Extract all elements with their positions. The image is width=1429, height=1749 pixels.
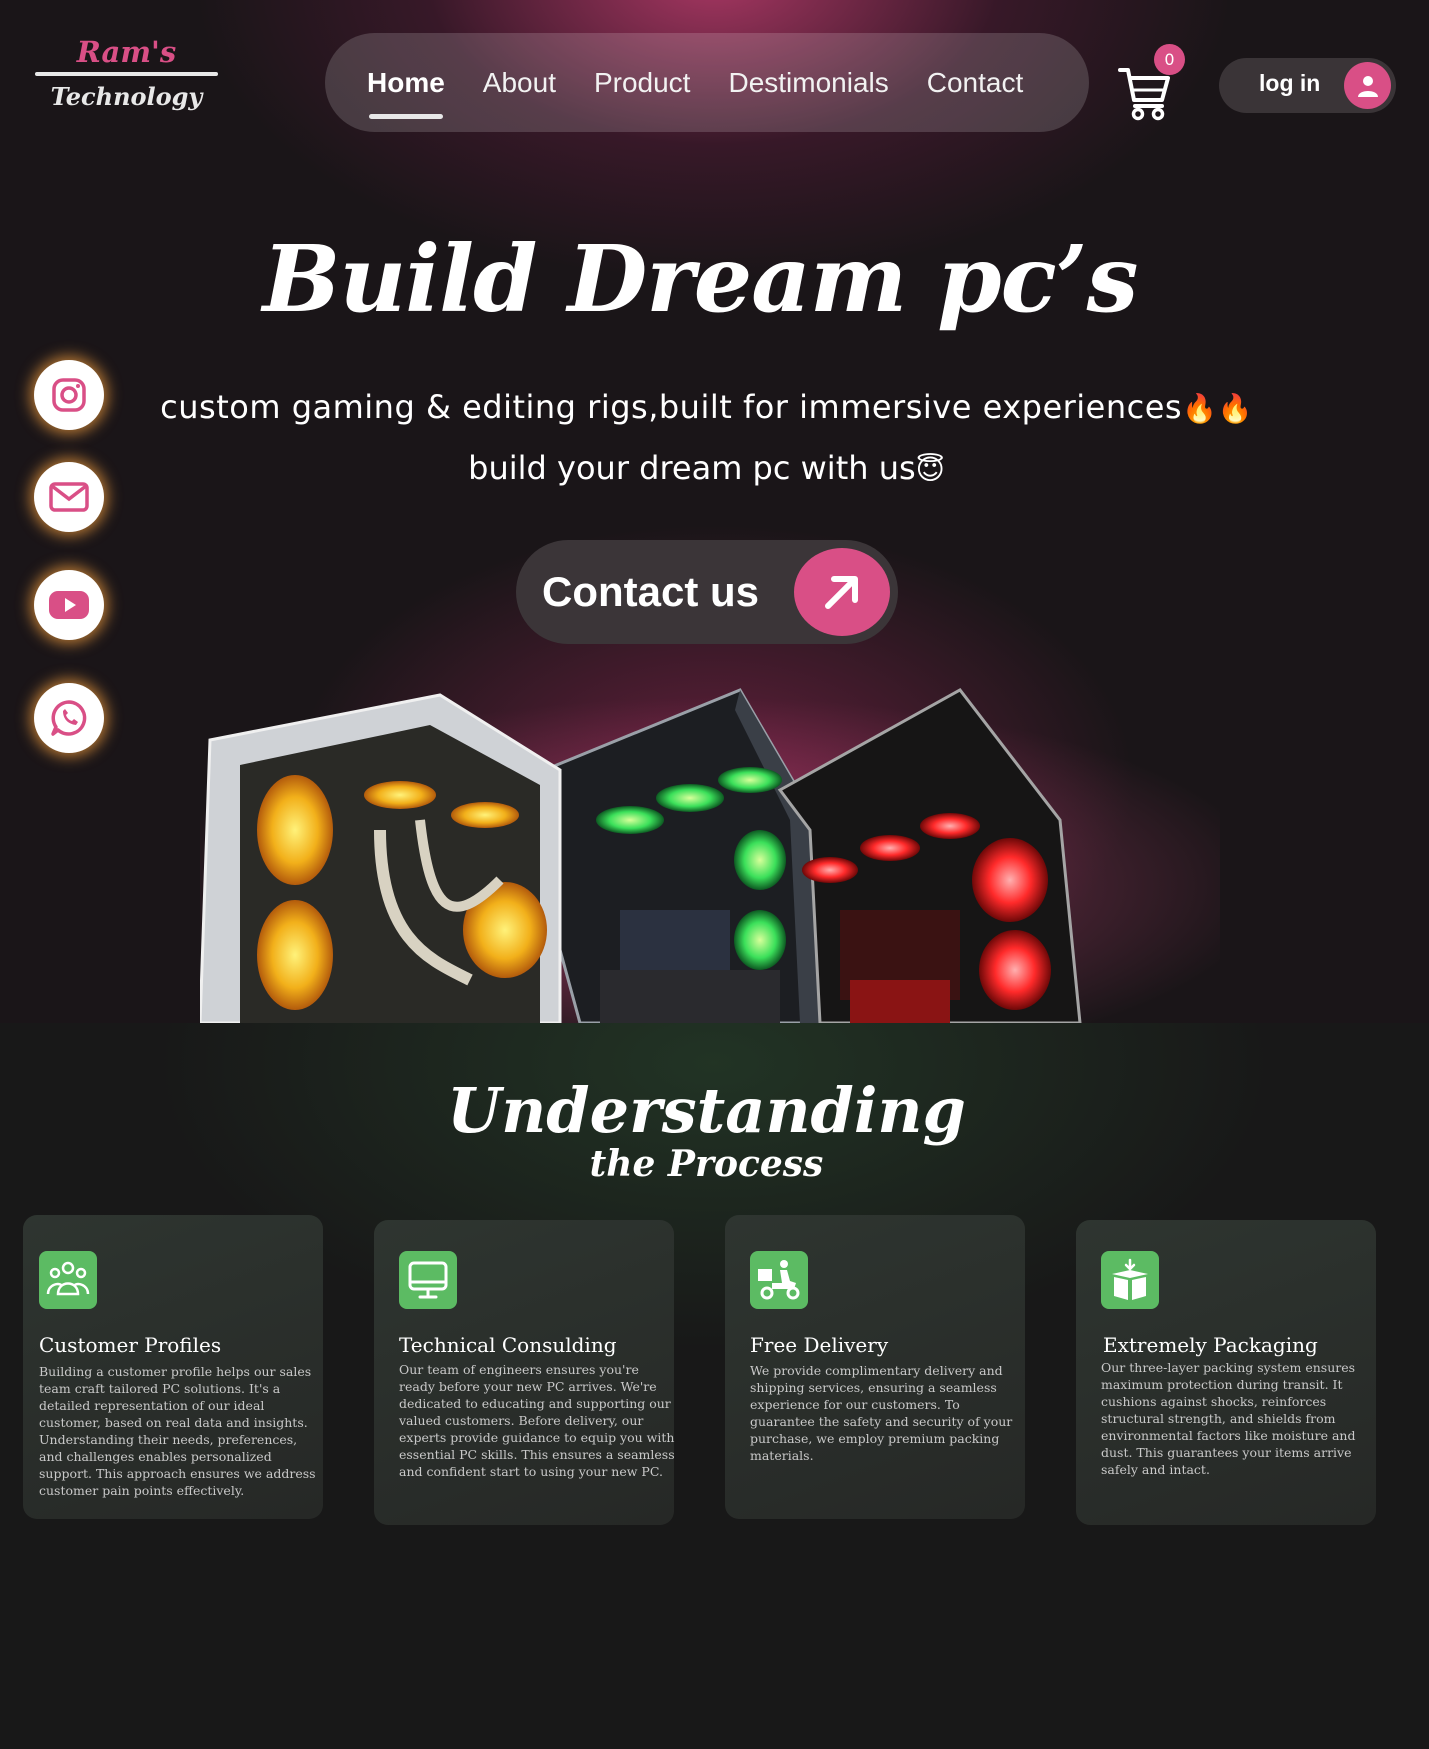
halo-emoji: 😇 — [915, 453, 945, 486]
monitor-icon — [399, 1251, 457, 1309]
card-text: Our team of engineers ensures you're rea… — [399, 1362, 675, 1479]
box-icon — [1101, 1251, 1159, 1309]
logo-top-text: Ram's — [76, 35, 177, 69]
gaming-pcs-image — [200, 680, 1220, 1023]
process-card-technical-consulding: Technical Consulding Our team of enginee… — [374, 1220, 675, 1525]
card-text: We provide complimentary delivery and sh… — [750, 1363, 1013, 1463]
hero-subtitle-2: build your dream pc with us😇 — [0, 449, 1413, 487]
nav-item-contact[interactable]: Contact — [927, 67, 1024, 99]
card-title: Extremely Packaging — [1103, 1333, 1318, 1357]
nav-item-product[interactable]: Product — [594, 67, 691, 99]
logo[interactable]: Ram's Technology — [35, 34, 218, 112]
process-card-extremely-packaging: Extremely Packaging Our three-layer pack… — [1076, 1220, 1376, 1525]
process-card-customer-profiles: Customer Profiles Building a customer pr… — [23, 1215, 323, 1519]
hero-subtitle-text: custom gaming & editing rigs,built for i… — [160, 388, 1183, 426]
delivery-scooter-icon — [750, 1251, 808, 1309]
fire-emoji: 🔥🔥 — [1182, 392, 1253, 425]
logo-divider — [35, 72, 218, 76]
process-title: Understanding — [447, 1074, 966, 1147]
whatsapp-icon[interactable] — [34, 683, 104, 753]
nav-item-home[interactable]: Home — [367, 67, 445, 119]
arrow-up-right-icon — [794, 548, 890, 636]
card-title: Customer Profiles — [39, 1333, 222, 1357]
nav-item-destimonials[interactable]: Destimonials — [728, 67, 888, 99]
users-icon — [39, 1251, 97, 1309]
card-text: Our three-layer packing system ensures m… — [1101, 1360, 1356, 1477]
youtube-icon[interactable] — [34, 570, 104, 640]
contact-us-label: Contact us — [542, 568, 760, 615]
main-nav: Home About Product Destimonials Contact — [325, 33, 1089, 132]
user-icon — [1344, 62, 1391, 109]
login-button[interactable]: log in — [1219, 58, 1396, 113]
logo-bottom-text: Technology — [50, 82, 203, 111]
card-text: Building a customer profile helps our sa… — [39, 1364, 316, 1498]
process-card-free-delivery: Free Delivery We provide complimentary d… — [725, 1215, 1025, 1519]
login-label: log in — [1259, 70, 1321, 96]
hero-title: Build Dream pc’s — [262, 225, 1139, 333]
nav-item-about[interactable]: About — [483, 67, 556, 99]
card-title: Free Delivery — [750, 1333, 889, 1357]
hero-subtitle: custom gaming & editing rigs,built for i… — [0, 388, 1413, 426]
hero-subtitle-2-text: build your dream pc with us — [468, 449, 916, 487]
cart-count-badge: 0 — [1154, 44, 1185, 75]
contact-us-button[interactable]: Contact us — [516, 540, 898, 644]
process-subtitle: the Process — [589, 1143, 824, 1185]
card-title: Technical Consulding — [399, 1333, 617, 1357]
